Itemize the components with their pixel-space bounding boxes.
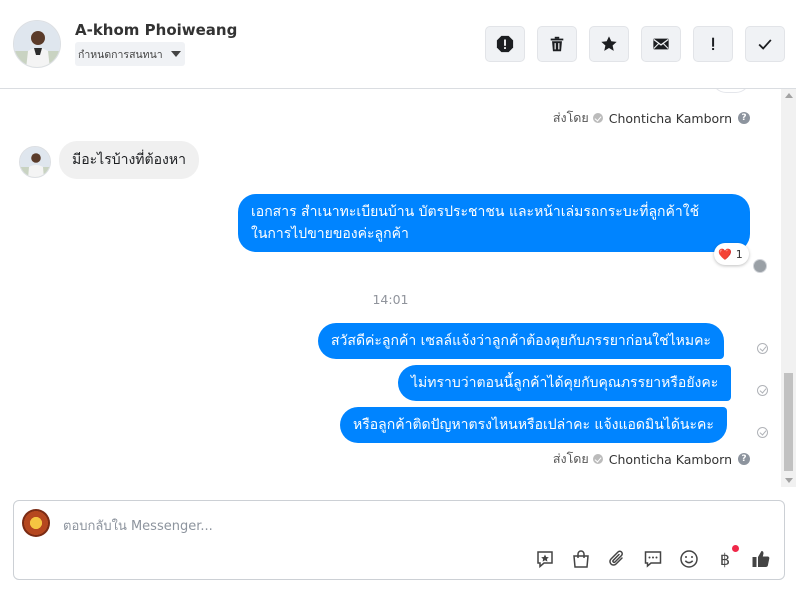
sent-by-prefix: ส่งโดย <box>552 451 589 466</box>
shopping-bag-icon <box>573 550 589 568</box>
scroll-down-icon[interactable] <box>785 478 793 483</box>
saved-reply-button[interactable] <box>534 548 556 570</box>
check-icon <box>758 39 772 50</box>
incoming-message[interactable]: มีอะไรบ้างที่ต้องหา <box>59 141 199 179</box>
conversation-header: A-khom Phoiweang กำหนดการสนทนา <box>0 0 796 89</box>
envelope-icon <box>653 38 669 50</box>
outgoing-message[interactable]: ไม่ทราบว่าตอนนี้ลูกค้าได้คุยกับคุณภรรยาห… <box>398 365 732 401</box>
sender-name: Chonticha Kamborn <box>608 451 732 467</box>
verified-sender-icon <box>592 113 603 123</box>
sent-by-line: ส่งโดย Chonticha Kamborn ? <box>553 108 750 128</box>
mark-done-button[interactable] <box>745 26 785 62</box>
quick-reply-button[interactable] <box>642 548 664 570</box>
trash-icon <box>550 36 564 52</box>
message-timestamp: 14:01 <box>372 292 409 307</box>
report-spam-button[interactable] <box>485 26 525 62</box>
delivered-check-icon <box>757 343 768 354</box>
conversation-label-text: กำหนดการสนทนา <box>78 48 163 61</box>
payment-button[interactable]: ฿ <box>714 545 739 570</box>
outgoing-message[interactable]: สวัสดีค่ะลูกค้า เซลล์แจ้งว่าลูกค้าต้องคุ… <box>318 323 724 359</box>
delivered-check-icon <box>757 427 768 438</box>
verified-sender-icon <box>592 454 603 464</box>
alert-octagon-icon <box>496 35 514 53</box>
contact-name[interactable]: A-khom Phoiweang <box>75 21 237 39</box>
chat-bubble-icon <box>644 551 662 568</box>
scrollbar-thumb[interactable] <box>784 373 793 471</box>
delete-button[interactable] <box>537 26 577 62</box>
caret-down-icon <box>170 51 181 57</box>
thumbs-up-icon <box>752 551 770 567</box>
reply-composer[interactable]: ตอบกลับใน Messenger... ฿ <box>13 500 785 580</box>
saved-reply-icon <box>537 551 553 569</box>
page-avatar <box>22 509 50 537</box>
outgoing-message-line: ในการไปขายของค่ะลูกค้า <box>251 226 409 242</box>
outgoing-message[interactable]: หรือลูกค้าติดปัญหาตรงไหนหรือเปล่าคะ แจ้ง… <box>340 407 727 443</box>
scroll-up-icon[interactable] <box>785 93 793 98</box>
previous-message-edge <box>712 89 750 93</box>
exclamation-icon <box>712 37 715 51</box>
seen-by-avatar <box>753 259 767 273</box>
notification-dot <box>732 545 739 552</box>
like-button[interactable] <box>750 548 772 570</box>
paperclip-icon <box>609 550 623 566</box>
sender-name: Chonticha Kamborn <box>608 110 732 126</box>
heart-icon: ❤️ <box>718 247 732 261</box>
reply-input[interactable]: ตอบกลับใน Messenger... <box>63 515 213 536</box>
outgoing-message[interactable]: เอกสาร สำเนาทะเบียนบ้าน บัตรประชาชน และห… <box>238 194 750 252</box>
follow-up-button[interactable] <box>693 26 733 62</box>
star-button[interactable] <box>589 26 629 62</box>
baht-payment-icon: ฿ <box>719 549 731 569</box>
outgoing-message-line: เอกสาร สำเนาทะเบียนบ้าน บัตรประชาชน และห… <box>251 204 700 220</box>
contact-avatar[interactable] <box>13 20 61 68</box>
attach-button[interactable] <box>606 548 628 570</box>
message-reaction[interactable]: ❤️ 1 <box>714 243 749 265</box>
sent-by-line: ส่งโดย Chonticha Kamborn ? <box>553 449 750 469</box>
shop-button[interactable] <box>570 548 592 570</box>
help-icon[interactable]: ? <box>738 453 750 465</box>
emoji-icon <box>680 550 698 568</box>
thread-scrollbar[interactable] <box>781 89 796 487</box>
mark-unread-button[interactable] <box>641 26 681 62</box>
contact-avatar-small[interactable] <box>19 146 51 178</box>
emoji-button[interactable] <box>678 548 700 570</box>
conversation-label-dropdown[interactable]: กำหนดการสนทนา <box>75 42 185 66</box>
star-icon <box>601 36 617 51</box>
delivered-check-icon <box>757 385 768 396</box>
reaction-count: 1 <box>735 247 743 261</box>
message-thread[interactable]: ส่งโดย Chonticha Kamborn ? มีอะไรบ้างที่… <box>0 89 781 487</box>
composer-toolbar: ฿ <box>534 545 772 570</box>
sent-by-prefix: ส่งโดย <box>552 110 589 125</box>
help-icon[interactable]: ? <box>738 112 750 124</box>
header-actions <box>485 26 785 62</box>
